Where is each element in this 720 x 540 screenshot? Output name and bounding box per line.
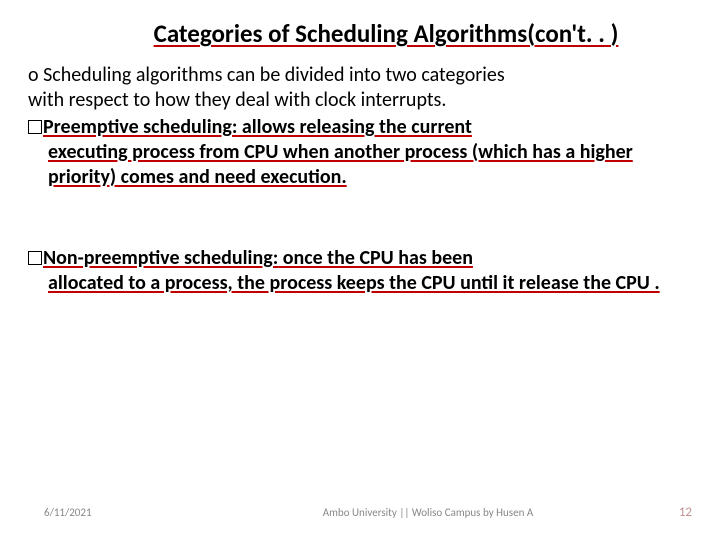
- footer-center: Ambo University || Woliso Campus by Huse…: [224, 506, 632, 519]
- preemptive-hd: Preemptive scheduling:: [43, 115, 237, 139]
- footer-date: 6/11/2021: [44, 506, 224, 519]
- intro-text-1: Scheduling algorithms can be divided int…: [43, 63, 505, 87]
- slide: Categories of Scheduling Algorithms(con'…: [0, 0, 720, 540]
- page-title: Categories of Scheduling Algorithms(con'…: [80, 18, 692, 49]
- intro-paragraph: o Scheduling algorithms can be divided i…: [28, 63, 692, 113]
- nonpreemptive-rest: allocated to a process, the process keep…: [28, 271, 692, 296]
- nonpreemptive-section: Non-preemptive scheduling: once the CPU …: [28, 246, 692, 296]
- nonpreemptive-continue: once the CPU has been: [278, 246, 473, 270]
- body-content: o Scheduling algorithms can be divided i…: [28, 63, 692, 296]
- square-bullet-icon: [28, 120, 42, 134]
- nonpreemptive-hd: Non-preemptive scheduling:: [43, 246, 278, 270]
- bullet-marker: o: [28, 63, 43, 87]
- footer-page-number: 12: [632, 505, 692, 520]
- intro-text-2: with respect to how they deal with clock…: [28, 88, 446, 112]
- preemptive-section: Preemptive scheduling: allows releasing …: [28, 115, 692, 190]
- slide-footer: 6/11/2021 Ambo University || Woliso Camp…: [0, 505, 720, 520]
- preemptive-continue: allows releasing the current: [237, 115, 472, 139]
- preemptive-rest: executing process from CPU when another …: [28, 140, 692, 190]
- square-bullet-icon: [28, 251, 42, 265]
